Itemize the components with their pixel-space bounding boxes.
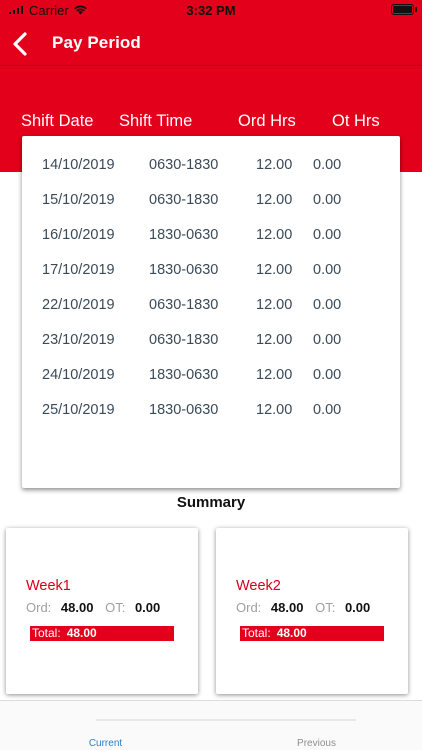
ot-hours: 0.00 — [313, 297, 342, 313]
column-header-shift-date: Shift Date — [21, 112, 94, 130]
ot-hours: 0.00 — [313, 402, 342, 418]
total-label: Total: — [32, 626, 61, 640]
ot-hours: 0.00 — [313, 262, 342, 278]
ot-value: 0.00 — [134, 600, 161, 615]
battery-icon — [391, 4, 414, 15]
shift-date: 25/10/2019 — [42, 402, 115, 418]
table-row[interactable]: 24/10/2019 1830-0630 12.00 0.00 — [22, 367, 400, 387]
battery-tip — [415, 7, 417, 12]
week-hours: Ord: 48.00 OT: 0.00 — [236, 600, 370, 615]
shift-time: 1830-0630 — [149, 227, 219, 243]
shift-date: 22/10/2019 — [42, 297, 115, 313]
ot-hours: 0.00 — [313, 332, 342, 348]
shift-date: 14/10/2019 — [42, 157, 115, 173]
ot-label: OT: — [105, 600, 126, 615]
total-value: 48.00 — [66, 626, 97, 640]
tab-label: Current — [88, 738, 123, 749]
table-row[interactable]: 16/10/2019 1830-0630 12.00 0.00 — [22, 227, 400, 247]
week-hours: Ord: 48.00 OT: 0.00 — [26, 600, 160, 615]
column-header-ord-hrs: Ord Hrs — [238, 112, 296, 130]
summary-title: Summary — [176, 494, 246, 511]
ord-hours: 12.00 — [256, 367, 293, 383]
table-row[interactable]: 23/10/2019 0630-1830 12.00 0.00 — [22, 332, 400, 352]
week-name: Week1 — [26, 578, 71, 594]
status-time: 3:32 PM — [186, 3, 236, 18]
ot-label: OT: — [315, 600, 336, 615]
tab-label: Previous — [297, 738, 336, 749]
shift-time: 0630-1830 — [149, 332, 219, 348]
column-headers: Shift Date Shift Time Ord Hrs Ot Hrs — [0, 112, 422, 134]
shift-time: 0630-1830 — [149, 157, 219, 173]
shift-date: 23/10/2019 — [42, 332, 115, 348]
table-row[interactable]: 17/10/2019 1830-0630 12.00 0.00 — [22, 262, 400, 282]
total-value: 48.00 — [276, 626, 307, 640]
week-summary-card-1[interactable]: Week1 Ord: 48.00 OT: 0.00 Total: 48.00 — [6, 528, 198, 694]
ord-hours: 12.00 — [256, 157, 293, 173]
ord-hours: 12.00 — [256, 402, 293, 418]
total-bar: Total: 48.00 — [30, 626, 174, 641]
ord-hours: 12.00 — [256, 297, 293, 313]
column-header-ot-hrs: Ot Hrs — [332, 112, 380, 130]
shift-time: 1830-0630 — [149, 262, 219, 278]
shift-time: 1830-0630 — [149, 402, 219, 418]
shift-list[interactable]: 14/10/2019 0630-1830 12.00 0.00 15/10/20… — [22, 136, 400, 488]
shift-time: 0630-1830 — [149, 297, 219, 313]
ord-hours: 12.00 — [256, 227, 293, 243]
tab-previous[interactable]: Previous — [211, 701, 422, 750]
ot-hours: 0.00 — [313, 157, 342, 173]
ot-hours: 0.00 — [313, 227, 342, 243]
table-row[interactable]: 22/10/2019 0630-1830 12.00 0.00 — [22, 297, 400, 317]
table-row[interactable]: 14/10/2019 0630-1830 12.00 0.00 — [22, 157, 400, 177]
shift-time: 1830-0630 — [149, 367, 219, 383]
ord-hours: 12.00 — [256, 262, 293, 278]
chevron-left-icon[interactable] — [10, 31, 30, 57]
ord-hours: 12.00 — [256, 192, 293, 208]
tab-current[interactable]: Current — [0, 701, 211, 750]
ot-value: 0.00 — [344, 600, 371, 615]
ord-value: 48.00 — [60, 600, 94, 615]
ord-label: Ord: — [236, 600, 262, 615]
ot-hours: 0.00 — [313, 192, 342, 208]
ord-value: 48.00 — [270, 600, 304, 615]
page-title: Pay Period — [52, 33, 141, 52]
tab-bar: Current Previous — [0, 700, 422, 750]
shift-date: 17/10/2019 — [42, 262, 115, 278]
ord-hours: 12.00 — [256, 332, 293, 348]
shift-date: 16/10/2019 — [42, 227, 115, 243]
table-row[interactable]: 25/10/2019 1830-0630 12.00 0.00 — [22, 402, 400, 422]
shift-time: 0630-1830 — [149, 192, 219, 208]
total-label: Total: — [242, 626, 271, 640]
ot-hours: 0.00 — [313, 367, 342, 383]
header-divider — [0, 65, 422, 66]
total-bar: Total: 48.00 — [240, 626, 384, 641]
week-summary-card-2[interactable]: Week2 Ord: 48.00 OT: 0.00 Total: 48.00 — [216, 528, 408, 694]
shift-date: 15/10/2019 — [42, 192, 115, 208]
column-header-shift-time: Shift Time — [119, 112, 193, 130]
table-row[interactable]: 15/10/2019 0630-1830 12.00 0.00 — [22, 192, 400, 212]
shift-date: 24/10/2019 — [42, 367, 115, 383]
ord-label: Ord: — [26, 600, 52, 615]
week-name: Week2 — [236, 578, 281, 594]
nav-bar: Pay Period — [0, 22, 422, 65]
status-bar: Carrier 3:32 PM — [0, 0, 422, 22]
